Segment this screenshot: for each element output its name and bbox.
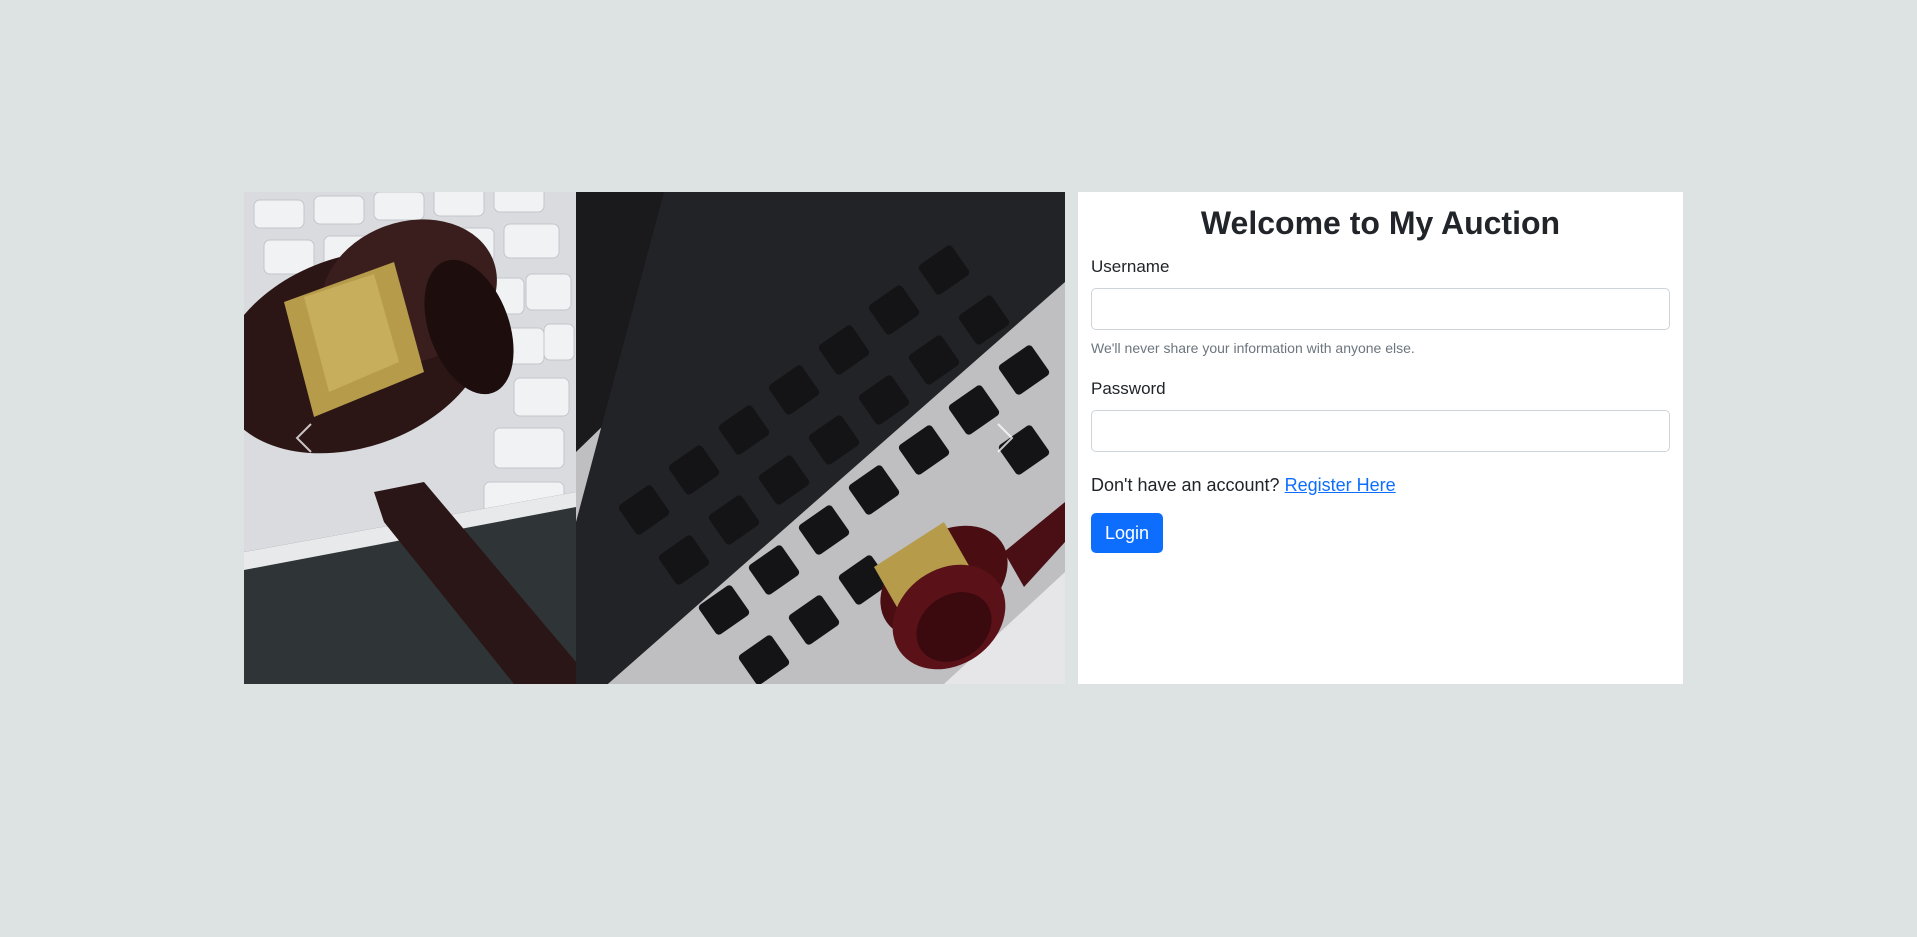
login-button[interactable]: Login <box>1091 513 1164 553</box>
carousel-next-button[interactable] <box>943 192 1065 684</box>
auction-gavel-photo <box>244 192 1065 684</box>
login-container: Welcome to My Auction Username We'll nev… <box>244 192 1684 684</box>
chevron-left-icon <box>295 423 312 453</box>
username-help-text: We'll never share your information with … <box>1091 340 1415 356</box>
password-label: Password <box>1091 379 1166 398</box>
password-input[interactable] <box>1091 410 1670 452</box>
login-form: Welcome to My Auction Username We'll nev… <box>1078 192 1683 684</box>
image-carousel <box>244 192 1065 684</box>
username-label: Username <box>1091 257 1170 276</box>
username-input[interactable] <box>1091 288 1670 330</box>
chevron-right-icon <box>997 423 1014 453</box>
page-title: Welcome to My Auction <box>1200 205 1561 241</box>
register-row: Don't have an account? Register Here <box>1091 473 1670 497</box>
register-link[interactable]: Register Here <box>1285 475 1396 495</box>
carousel-prev-button[interactable] <box>244 192 366 684</box>
register-prompt: Don't have an account? <box>1091 475 1280 495</box>
